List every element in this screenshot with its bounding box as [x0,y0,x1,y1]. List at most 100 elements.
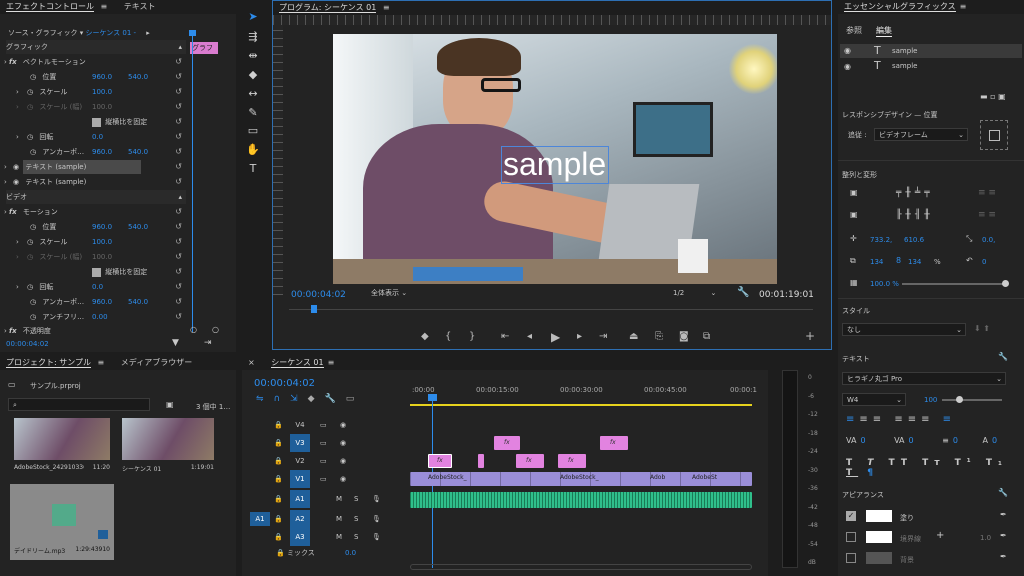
link-icon[interactable]: 8 [896,256,901,265]
project-search[interactable]: ⌕ [8,398,150,411]
align-top-icons[interactable]: ╤╫╧╤ [896,188,934,198]
mini-playhead-handle[interactable] [189,30,196,36]
timeline-playhead-handle[interactable] [428,394,437,401]
timeline-tab[interactable]: シーケンス 01 [271,358,324,368]
eg-scale2[interactable]: 134 [908,258,921,266]
eye-icon[interactable]: ◉ [844,62,851,71]
fx-icon[interactable]: fx [9,58,17,66]
lock-icon[interactable]: 🔒 [274,452,283,470]
position2-y[interactable]: 540.0 [128,220,148,234]
opacity-row[interactable]: › fx 不透明度 [4,324,186,338]
menu-icon[interactable]: ≡ [960,2,967,11]
va-value-2[interactable]: 0 [909,436,914,445]
reset-icon[interactable]: ↺ [175,175,182,189]
go-to-out-icon[interactable]: ⇥ [599,331,607,342]
eye-icon[interactable]: ◉ [340,452,346,470]
font-size-slider[interactable] [942,396,1002,403]
stopwatch-icon[interactable]: ◷ [27,133,33,141]
expand-chevron-icon[interactable]: › [16,133,19,141]
step-back-icon[interactable]: ◂ [527,331,532,342]
compare-icon[interactable]: ⧉ [703,331,710,342]
rotation2-value[interactable]: 0.0 [92,280,103,294]
distribute2-icons[interactable]: ≡ ≡ [978,210,996,220]
sync-lock-icon[interactable]: ▭ [320,434,327,452]
wrench-icon[interactable]: 🔧 [737,287,749,298]
pen-tool-icon[interactable]: ✎ [246,106,260,120]
project-item-1[interactable]: AdobeStock_242910336… 11:20 [14,418,110,476]
export-icon[interactable]: ⇥ [204,338,212,348]
out-point-icon[interactable]: } [469,331,475,342]
menu-icon[interactable]: ≡ [328,358,335,367]
new-bin-icon[interactable]: ▣ [166,400,174,409]
fit-dropdown[interactable]: 全体表示 ⌄ [367,287,427,301]
track-label[interactable]: V2 [290,452,310,470]
play-triangle-icon[interactable]: ▸ [146,29,150,37]
mute-button[interactable]: M [336,528,342,546]
mute-button[interactable]: M [336,490,342,508]
track-label[interactable]: V4 [290,416,310,434]
reset-icon[interactable]: ↺ [175,310,182,324]
reset-icon[interactable]: ↺ [175,295,182,309]
stopwatch-icon[interactable]: ◷ [27,283,33,291]
solo-button[interactable]: S [354,510,358,528]
program-playhead[interactable] [311,305,317,313]
marker-icon[interactable]: ◆ [421,331,429,342]
expand-chevron-icon[interactable]: › [4,163,7,171]
chevron-up-icon[interactable]: ▴ [178,190,182,204]
va-value-3[interactable]: 0 [953,436,958,445]
solo-button[interactable]: S [354,490,358,508]
va-value-1[interactable]: 0 [860,436,865,445]
wrench-icon[interactable]: 🔧 [998,352,1008,361]
fx-icon[interactable]: fx [9,208,17,216]
program-overlay-text[interactable]: sample [503,146,606,182]
sequence-label[interactable]: シーケンス 01 - [86,29,137,37]
distribute-icons[interactable]: ≡ ≡ [978,188,996,198]
style-push-icons[interactable]: ⬇ ⬆ [974,324,990,333]
fill-swatch[interactable] [866,510,892,522]
hand-tool-icon[interactable]: ✋ [246,143,260,157]
eg-rot2[interactable]: 0 [982,258,986,266]
v2-clip-2[interactable] [478,454,484,468]
eye-icon[interactable]: ◉ [340,416,346,434]
mute-button[interactable]: M [336,510,342,528]
fx-icon[interactable]: fx [9,327,17,335]
h-scroll-bar[interactable] [410,564,752,570]
close-icon[interactable]: × [248,358,255,367]
thumbnail[interactable] [14,418,110,460]
add-stroke-icon[interactable]: + [936,530,944,541]
lock-icon[interactable]: 🔒 [274,416,283,434]
sync-lock-icon[interactable]: ▭ [320,470,327,488]
track-select-tool-icon[interactable]: ⇶ [246,30,260,44]
eg-scale[interactable]: 134 [870,258,883,266]
eg-rot[interactable]: 0.0, [982,236,995,244]
microphone-icon[interactable]: 🎙 [372,490,381,508]
rotation-value[interactable]: 0.0 [92,130,103,144]
scale-value[interactable]: 100.0 [92,85,112,99]
work-area-bar[interactable] [410,404,752,406]
stopwatch-icon[interactable]: ◷ [30,223,36,231]
font-size-value[interactable]: 100 [924,396,937,404]
tab-media-browser[interactable]: メディアブラウザー [121,358,192,367]
eg-pos-y[interactable]: 610.6 [904,236,924,244]
expand-chevron-icon[interactable]: › [16,283,19,291]
expand-chevron-icon[interactable]: › [4,178,7,186]
reset-icon[interactable]: ↺ [175,70,182,84]
selection-tool-icon[interactable]: ➤ [246,10,260,24]
vector-motion-row[interactable]: › fx ベクトルモーション ↺ [4,55,186,69]
text-layer-row-selected[interactable]: › ◉ テキスト (sample) ↺ [4,160,186,174]
stopwatch-icon[interactable]: ◷ [30,298,36,306]
scale2-value[interactable]: 100.0 [92,235,112,249]
sync-lock-icon[interactable]: ▭ [320,452,327,470]
chevron-up-icon[interactable]: ▴ [178,40,182,54]
pin-widget[interactable] [980,120,1008,150]
add-button-icon[interactable]: + [805,329,815,343]
antiflicker-value[interactable]: 0.00 [92,310,108,324]
reset-icon[interactable]: ↺ [175,160,182,174]
v3-clip-1[interactable]: fx [494,436,520,450]
reset-icon[interactable]: ↺ [175,220,182,234]
layer-row-selected[interactable] [840,44,1022,58]
mini-timeline-clip[interactable]: グラフ [190,42,218,54]
motion-row[interactable]: › fx モーション ↺ [4,205,186,219]
reset-icon[interactable]: ↺ [175,265,182,279]
va-value-4[interactable]: 0 [992,436,997,445]
